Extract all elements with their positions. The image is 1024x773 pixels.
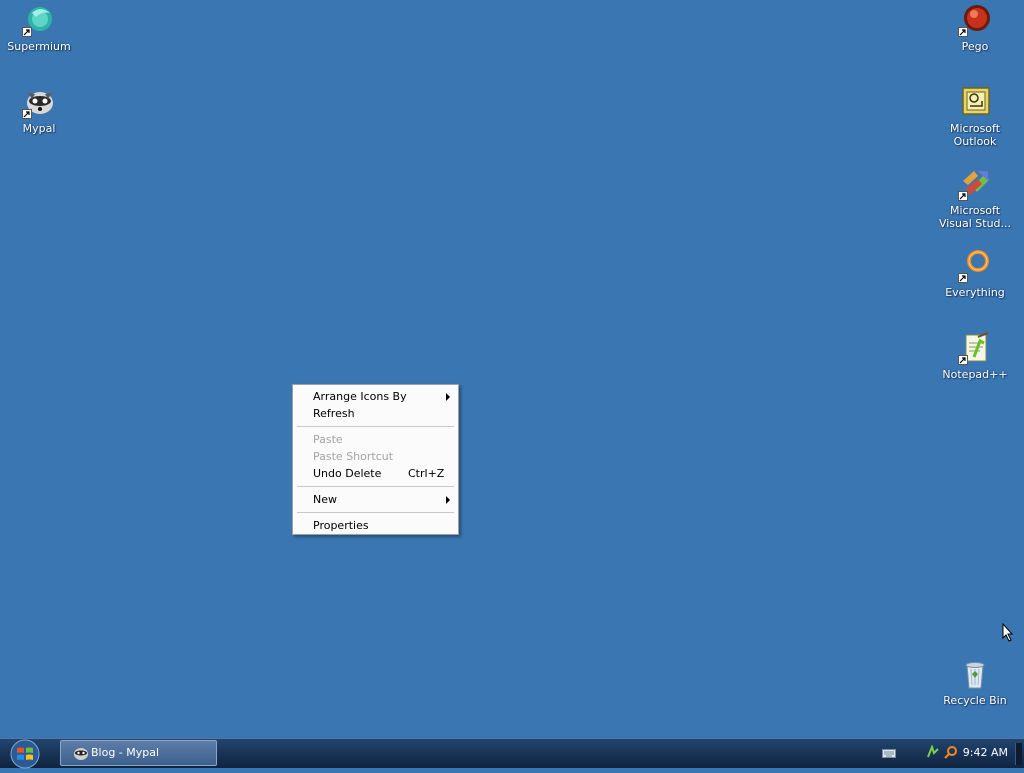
outlook-icon: [958, 85, 992, 119]
menu-item-paste-shortcut[interactable]: Paste Shortcut: [295, 448, 456, 465]
menu-item-undo-delete[interactable]: Undo Delete Ctrl+Z: [295, 465, 456, 482]
search-icon[interactable]: [944, 745, 958, 759]
start-button[interactable]: [8, 739, 42, 769]
taskbar-button-label: Blog - Mypal: [91, 746, 160, 759]
windows-logo-icon: [10, 739, 40, 769]
desktop-icon-label: Mypal: [22, 122, 56, 135]
menu-item-shortcut: Ctrl+Z: [408, 467, 445, 480]
desktop-icon-mypal[interactable]: Mypal: [1, 85, 77, 135]
recycle-bin-icon: [958, 657, 992, 691]
desktop-icon-notepadpp[interactable]: Notepad++: [937, 331, 1013, 381]
taskbar: Blog - Mypal 9:42 AM: [0, 738, 1024, 769]
desktop-icon-recycle-bin[interactable]: Recycle Bin: [937, 657, 1013, 707]
desktop-icon-label: Notepad++: [942, 368, 1008, 381]
menu-item-label: Refresh: [313, 407, 355, 420]
menu-item-arrange-icons-by[interactable]: Arrange Icons By: [295, 388, 456, 405]
system-tray: 9:42 AM: [874, 739, 1024, 769]
menu-item-new[interactable]: New: [295, 491, 456, 508]
desktop-icon-label: Microsoft Outlook: [949, 122, 1001, 148]
desktop-icon-label: Microsoft Visual Stud...: [938, 204, 1012, 230]
menu-separator: [297, 426, 454, 427]
menu-item-label: Paste: [313, 433, 343, 446]
everything-icon: [958, 249, 992, 283]
shortcut-arrow-icon: [958, 273, 968, 283]
submenu-arrow-icon: [446, 496, 450, 504]
visual-studio-icon: [958, 167, 992, 201]
mypal-icon: [74, 748, 88, 760]
desktop-icon-everything[interactable]: Everything: [937, 249, 1013, 299]
menu-item-refresh[interactable]: Refresh: [295, 405, 456, 422]
show-desktop-button[interactable]: [1015, 743, 1022, 765]
menu-item-label: New: [313, 493, 337, 506]
desktop-icon-outlook[interactable]: Microsoft Outlook: [937, 85, 1013, 148]
menu-item-label: Undo Delete: [313, 467, 382, 480]
menu-item-label: Arrange Icons By: [313, 390, 407, 403]
menu-item-label: Properties: [313, 519, 369, 532]
taskbar-clock[interactable]: 9:42 AM: [963, 739, 1008, 767]
shortcut-arrow-icon: [22, 109, 32, 119]
shortcut-arrow-icon: [22, 27, 32, 37]
desktop-context-menu: Arrange Icons By Refresh Paste Paste Sho…: [292, 384, 459, 535]
desktop-icon-label: Pego: [961, 40, 989, 53]
supermium-icon: [22, 3, 56, 37]
submenu-arrow-icon: [446, 393, 450, 401]
shortcut-arrow-icon: [958, 355, 968, 365]
pego-icon: [958, 3, 992, 37]
mypal-icon: [22, 85, 56, 119]
desktop-icon-visual-studio[interactable]: Microsoft Visual Stud...: [937, 167, 1013, 230]
shortcut-arrow-icon: [958, 191, 968, 201]
menu-separator: [297, 486, 454, 487]
menu-item-paste[interactable]: Paste: [295, 431, 456, 448]
menu-item-properties[interactable]: Properties: [295, 517, 456, 534]
menu-separator: [297, 512, 454, 513]
notepadpp-icon: [958, 331, 992, 365]
desktop-icon-supermium[interactable]: Supermium: [1, 3, 77, 53]
shortcut-arrow-icon: [958, 27, 968, 37]
keyboard-icon[interactable]: [882, 749, 896, 758]
desktop-icon-pego[interactable]: Pego: [937, 3, 1013, 53]
desktop-icon-label: Recycle Bin: [943, 694, 1007, 707]
taskbar-button-blog-mypal[interactable]: Blog - Mypal: [60, 740, 217, 766]
network-icon[interactable]: [926, 745, 940, 759]
menu-item-label: Paste Shortcut: [313, 450, 394, 463]
mouse-cursor-icon: [1002, 623, 1014, 642]
desktop-icon-label: Supermium: [7, 40, 71, 53]
desktop-icon-label: Everything: [945, 286, 1005, 299]
